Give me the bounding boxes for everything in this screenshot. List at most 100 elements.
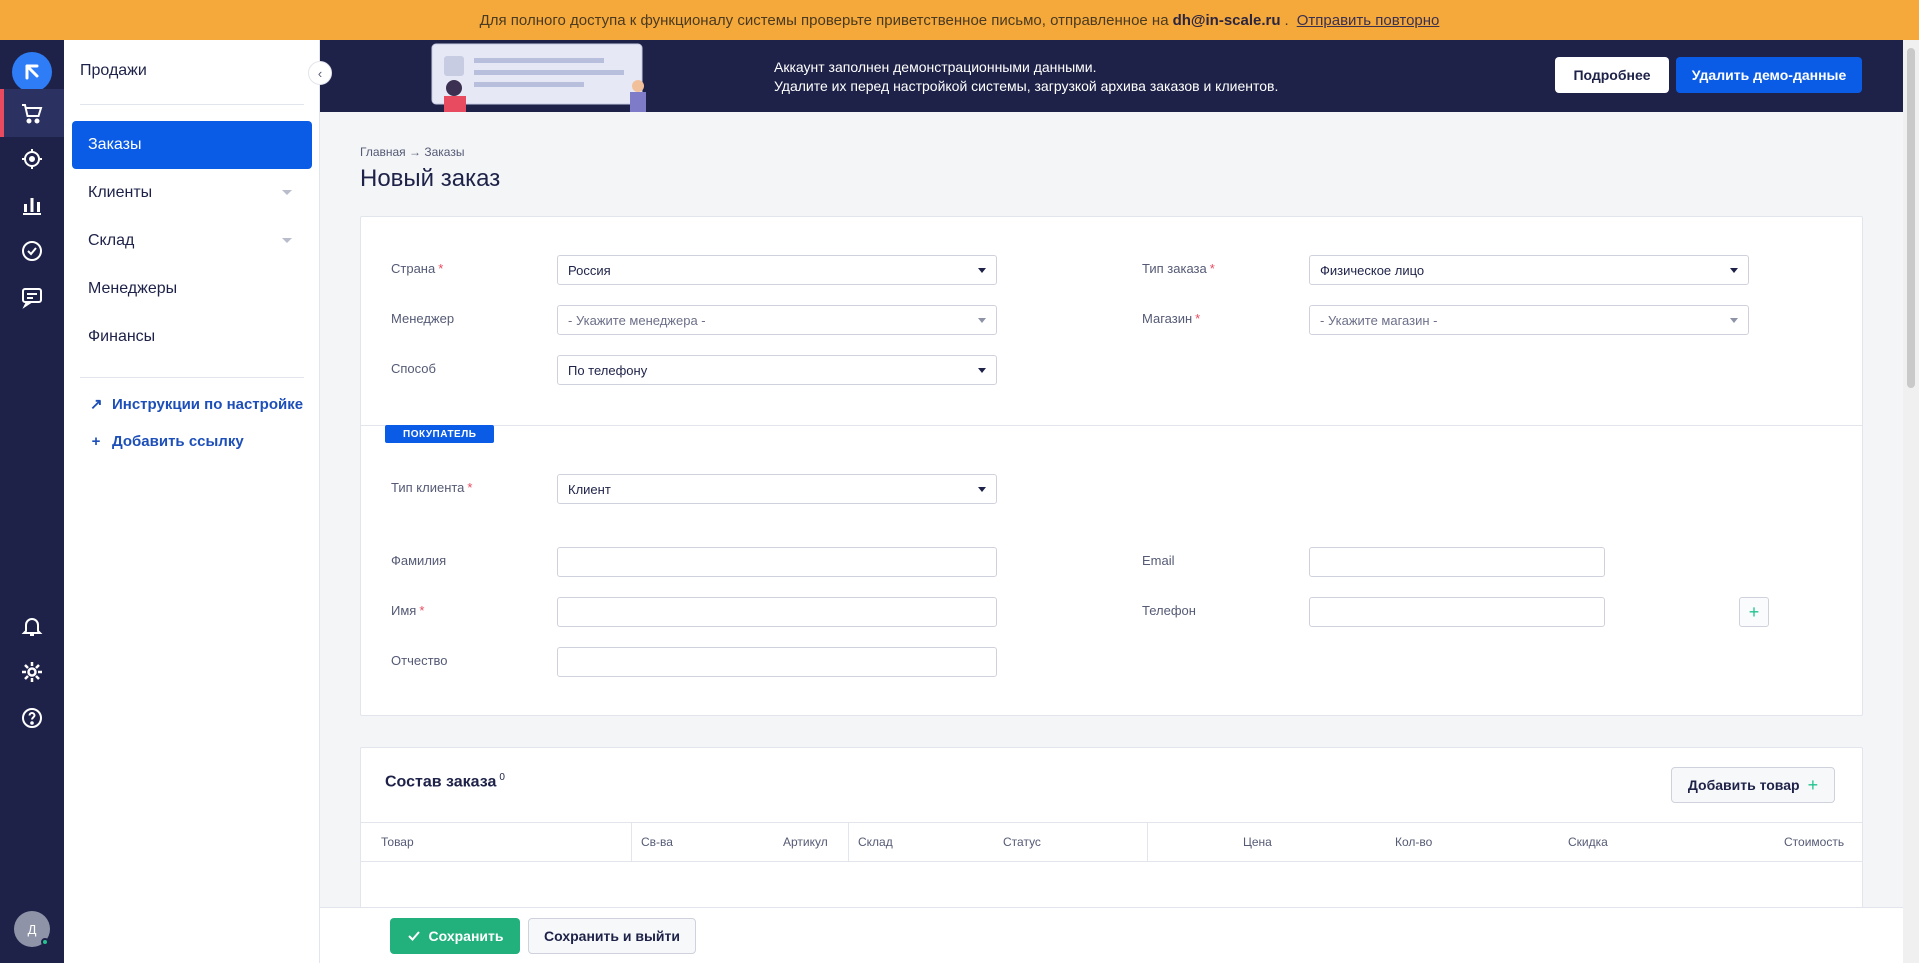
demo-message-line1: Аккаунт заполнен демонстрационными данны… xyxy=(774,59,1097,75)
sidebar: Продажи Заказы Клиенты Склад Менеджеры Ф… xyxy=(64,40,320,963)
page-title: Новый заказ xyxy=(360,165,501,192)
avatar-initial: Д xyxy=(27,921,37,937)
bell-icon[interactable] xyxy=(0,602,64,650)
setup-instructions-link[interactable]: ↗ Инструкции по настройке xyxy=(90,395,303,414)
country-label: Страна * xyxy=(391,261,444,276)
sidebar-section-title: Продажи xyxy=(80,62,147,79)
lastname-label: Фамилия xyxy=(391,553,447,568)
check-icon xyxy=(407,931,420,941)
sidebar-item-clients[interactable]: Клиенты xyxy=(72,169,312,217)
analytics-icon[interactable] xyxy=(0,181,64,229)
column-divider xyxy=(848,823,849,861)
order-type-label: Тип заказа * xyxy=(1142,261,1215,276)
chevron-down-icon xyxy=(282,190,292,195)
firstname-input[interactable] xyxy=(557,597,997,627)
banner-email: dh@in-scale.ru xyxy=(1172,11,1281,29)
help-icon[interactable] xyxy=(0,694,64,742)
add-product-button[interactable]: Добавить товар + xyxy=(1671,767,1835,803)
column-header[interactable]: Кол-во xyxy=(1395,835,1432,849)
middlename-input[interactable] xyxy=(557,647,997,677)
lastname-input[interactable] xyxy=(557,547,997,577)
sidebar-item-label: Заказы xyxy=(88,136,142,153)
method-label: Способ xyxy=(391,361,436,376)
phone-field[interactable] xyxy=(1309,597,1605,627)
sidebar-divider xyxy=(80,104,304,105)
composition-count: 0 xyxy=(499,772,505,783)
manager-placeholder: - Укажите менеджера - xyxy=(568,312,706,328)
resend-link[interactable]: Отправить повторно xyxy=(1297,12,1440,29)
phone-label: Телефон xyxy=(1142,603,1196,618)
client-type-select[interactable]: Клиент xyxy=(557,474,997,504)
sidebar-item-managers[interactable]: Менеджеры xyxy=(72,265,312,313)
banner-dot: . xyxy=(1284,11,1289,29)
demo-data-banner: Аккаунт заполнен демонстрационными данны… xyxy=(320,40,1903,112)
sidebar-item-orders[interactable]: Заказы xyxy=(72,121,312,169)
demo-message-line2: Удалите их перед настройкой системы, заг… xyxy=(774,78,1279,94)
chevron-down-icon xyxy=(978,487,986,492)
logo-icon[interactable] xyxy=(12,52,52,92)
table-header: Товар Св-ва Артикул Склад Статус Цена Ко… xyxy=(361,822,1862,862)
sidebar-item-label: Клиенты xyxy=(88,184,153,201)
tasks-icon[interactable] xyxy=(0,227,64,275)
breadcrumb[interactable]: Главная → Заказы xyxy=(360,145,464,159)
demo-message: Аккаунт заполнен демонстрационными данны… xyxy=(774,58,1278,96)
sidebar-item-warehouse[interactable]: Склад xyxy=(72,217,312,265)
email-label: Email xyxy=(1142,553,1175,568)
more-info-button[interactable]: Подробнее xyxy=(1555,57,1669,93)
shop-select[interactable]: - Укажите магазин - xyxy=(1309,305,1749,335)
sidebar-item-finance[interactable]: Финансы xyxy=(72,313,312,361)
country-select[interactable]: Россия xyxy=(557,255,997,285)
order-type-value: Физическое лицо xyxy=(1320,262,1425,278)
country-value: Россия xyxy=(568,262,611,278)
order-form-card: Страна * Россия Менеджер - Укажите менедж… xyxy=(360,216,1863,716)
column-header[interactable]: Товар xyxy=(381,835,414,849)
firstname-label: Имя * xyxy=(391,603,425,618)
sidebar-item-label: Финансы xyxy=(88,328,156,345)
chevron-down-icon xyxy=(978,318,986,323)
column-header[interactable]: Склад xyxy=(858,835,893,849)
add-phone-button[interactable]: + xyxy=(1739,597,1769,627)
column-header[interactable]: Стоимость xyxy=(1784,835,1844,849)
shop-placeholder: - Укажите магазин - xyxy=(1320,312,1438,328)
column-divider xyxy=(1147,823,1148,861)
save-label: Сохранить xyxy=(428,928,504,944)
manager-select[interactable]: - Укажите менеджера - xyxy=(557,305,997,335)
demo-illustration-icon xyxy=(431,43,646,112)
method-select[interactable]: По телефону xyxy=(557,355,997,385)
save-and-exit-button[interactable]: Сохранить и выйти xyxy=(528,918,696,954)
delete-demo-data-button[interactable]: Удалить демо-данные xyxy=(1676,57,1862,93)
target-icon[interactable] xyxy=(0,135,64,183)
column-header[interactable]: Скидка xyxy=(1568,835,1608,849)
column-header[interactable]: Артикул xyxy=(783,835,828,849)
arrow-up-right-icon: ↗ xyxy=(90,396,103,413)
column-divider xyxy=(631,823,632,861)
gear-icon[interactable] xyxy=(0,648,64,696)
chevron-down-icon xyxy=(282,238,292,243)
chat-icon[interactable] xyxy=(0,273,64,321)
sidebar-item-label: Менеджеры xyxy=(88,280,178,297)
link-label: Добавить ссылку xyxy=(112,433,244,450)
banner-text: Для полного доступа к функционалу систем… xyxy=(479,11,1169,29)
column-header[interactable]: Цена xyxy=(1243,835,1272,849)
chevron-left-icon: ‹ xyxy=(317,65,323,81)
online-status-dot xyxy=(41,938,49,946)
order-type-select[interactable]: Физическое лицо xyxy=(1309,255,1749,285)
column-header[interactable]: Статус xyxy=(1003,835,1041,849)
email-field[interactable] xyxy=(1309,547,1605,577)
collapse-sidebar-button[interactable]: ‹ xyxy=(308,61,332,85)
cart-icon[interactable] xyxy=(0,89,64,137)
chevron-down-icon xyxy=(978,368,986,373)
chevron-down-icon xyxy=(978,268,986,273)
plus-icon: + xyxy=(1807,774,1819,795)
manager-label: Менеджер xyxy=(391,311,455,326)
scrollbar-thumb[interactable] xyxy=(1907,48,1915,388)
chevron-down-icon xyxy=(1730,268,1738,273)
column-header[interactable]: Св-ва xyxy=(641,835,673,849)
icon-rail: Д xyxy=(0,40,64,963)
avatar[interactable]: Д xyxy=(14,911,50,947)
add-link-button[interactable]: + Добавить ссылку xyxy=(90,433,244,450)
page-scrollbar[interactable] xyxy=(1903,40,1919,963)
client-type-label: Тип клиента * xyxy=(391,480,473,495)
buyer-section-badge: ПОКУПАТЕЛЬ xyxy=(385,425,495,443)
save-button[interactable]: Сохранить xyxy=(390,918,520,954)
